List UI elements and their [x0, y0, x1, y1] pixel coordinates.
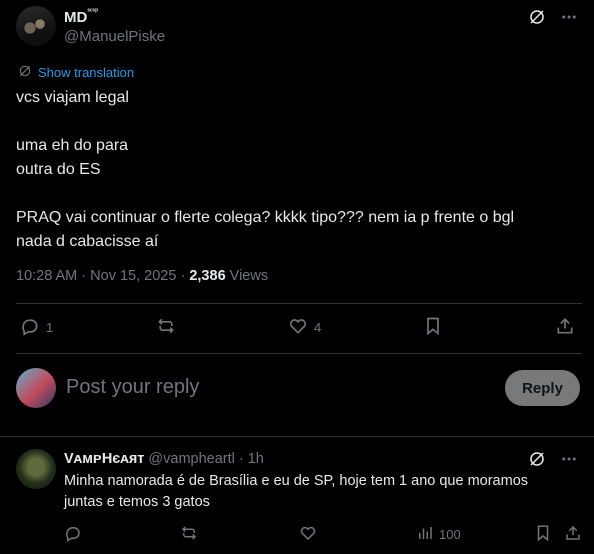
post-header: MDˢᶜᶜᵖ @ManuelPiske [16, 6, 578, 48]
post-time[interactable]: 10:28 AM [16, 268, 77, 284]
bookmark-icon [534, 524, 552, 545]
more-icon[interactable] [560, 450, 578, 473]
grok-icon[interactable] [528, 8, 546, 26]
reply-share-button[interactable] [564, 524, 582, 545]
repost-button[interactable] [156, 316, 182, 339]
repost-icon [180, 524, 198, 545]
reply-input[interactable]: Post your reply [66, 376, 199, 399]
reply-text: Minha namorada é de Brasília e eu de SP,… [64, 473, 529, 510]
show-translation-link[interactable]: Show translation [18, 64, 134, 81]
translate-icon [18, 64, 32, 81]
post-date[interactable]: Nov 15, 2025 [90, 268, 176, 284]
like-icon [288, 316, 308, 339]
post-action-bar: 1 4 [20, 316, 580, 342]
reply-author-handle[interactable]: @vampheartl [148, 451, 234, 467]
like-icon [299, 524, 317, 545]
reply-action-bar: 100 [64, 524, 584, 546]
post-line: vcs viajam legal [16, 89, 129, 106]
translate-label: Show translation [38, 65, 135, 80]
name-superscript: ˢᶜᶜᵖ [87, 8, 99, 15]
divider [0, 436, 594, 437]
reply-like-button[interactable] [299, 524, 317, 545]
reply-repost-button[interactable] [180, 524, 198, 545]
reply-button[interactable]: 1 [20, 316, 53, 339]
post-line: nada d cabacisse aí [16, 233, 159, 250]
reply-reply-button[interactable] [64, 524, 82, 545]
reply-icon [20, 316, 40, 339]
post-text: vcs viajam legal uma eh do para outra do… [16, 86, 576, 254]
like-button[interactable]: 4 [288, 316, 321, 339]
reply-icon [64, 524, 82, 545]
share-icon [564, 524, 582, 545]
post-detail-view: MDˢᶜᶜᵖ @ManuelPiske Show translation vcs… [0, 0, 594, 554]
more-icon[interactable] [560, 8, 578, 26]
bookmark-button[interactable] [423, 316, 443, 339]
repost-icon [156, 316, 176, 339]
reply-author-name[interactable]: VᴀᴍᴘHєᴀят [64, 451, 144, 467]
divider [16, 353, 582, 354]
author-avatar[interactable] [16, 6, 56, 46]
reply-views-button[interactable]: 100 [416, 524, 461, 545]
reply-submit-button[interactable]: Reply [505, 370, 580, 406]
reply-header: VᴀᴍᴘHєᴀят @vampheartl · 1h [64, 451, 264, 467]
divider [16, 303, 582, 304]
reply-views-count: 100 [439, 527, 461, 542]
reply-count: 1 [46, 320, 54, 335]
views-label: Views [229, 268, 269, 284]
post-line: outra do ES [16, 161, 101, 178]
post-line: uma eh do para [16, 137, 129, 154]
reply-author-avatar[interactable] [16, 449, 56, 489]
views-count: 2,386 [189, 268, 226, 284]
views-icon [416, 524, 434, 545]
header-actions [528, 8, 578, 26]
post-line: PRAQ vai continuar o flerte colega? kkkk… [16, 209, 515, 226]
grok-icon[interactable] [528, 450, 546, 473]
reply-bookmark-button[interactable] [534, 524, 552, 545]
like-count: 4 [314, 320, 322, 335]
post-meta: 10:28 AM · Nov 15, 2025 · 2,386 Views [16, 268, 269, 284]
current-user-avatar[interactable] [16, 368, 56, 408]
author-handle[interactable]: @ManuelPiske [64, 28, 165, 45]
author-display-name[interactable]: MDˢᶜᶜᵖ [64, 8, 99, 26]
bookmark-icon [423, 316, 443, 339]
reply-header-actions [528, 450, 578, 473]
reply-time[interactable]: 1h [248, 451, 264, 467]
share-icon [555, 316, 575, 339]
share-button[interactable] [555, 316, 575, 339]
